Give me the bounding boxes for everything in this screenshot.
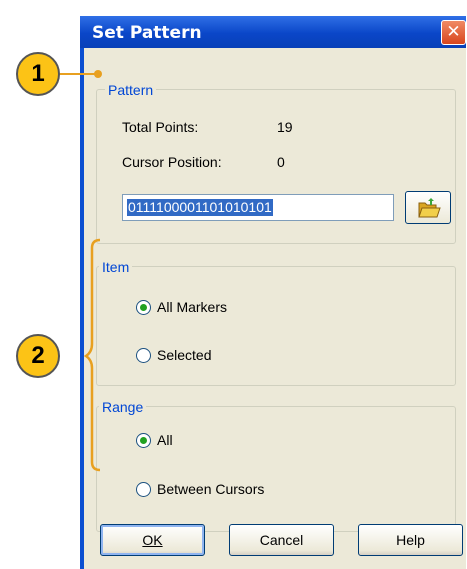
callout-2: 2: [16, 334, 60, 378]
callout-lines: [60, 70, 102, 472]
callout-1-dot: [94, 70, 102, 78]
callout-1: 1: [16, 52, 60, 96]
callout-2-bracket: [83, 238, 101, 472]
